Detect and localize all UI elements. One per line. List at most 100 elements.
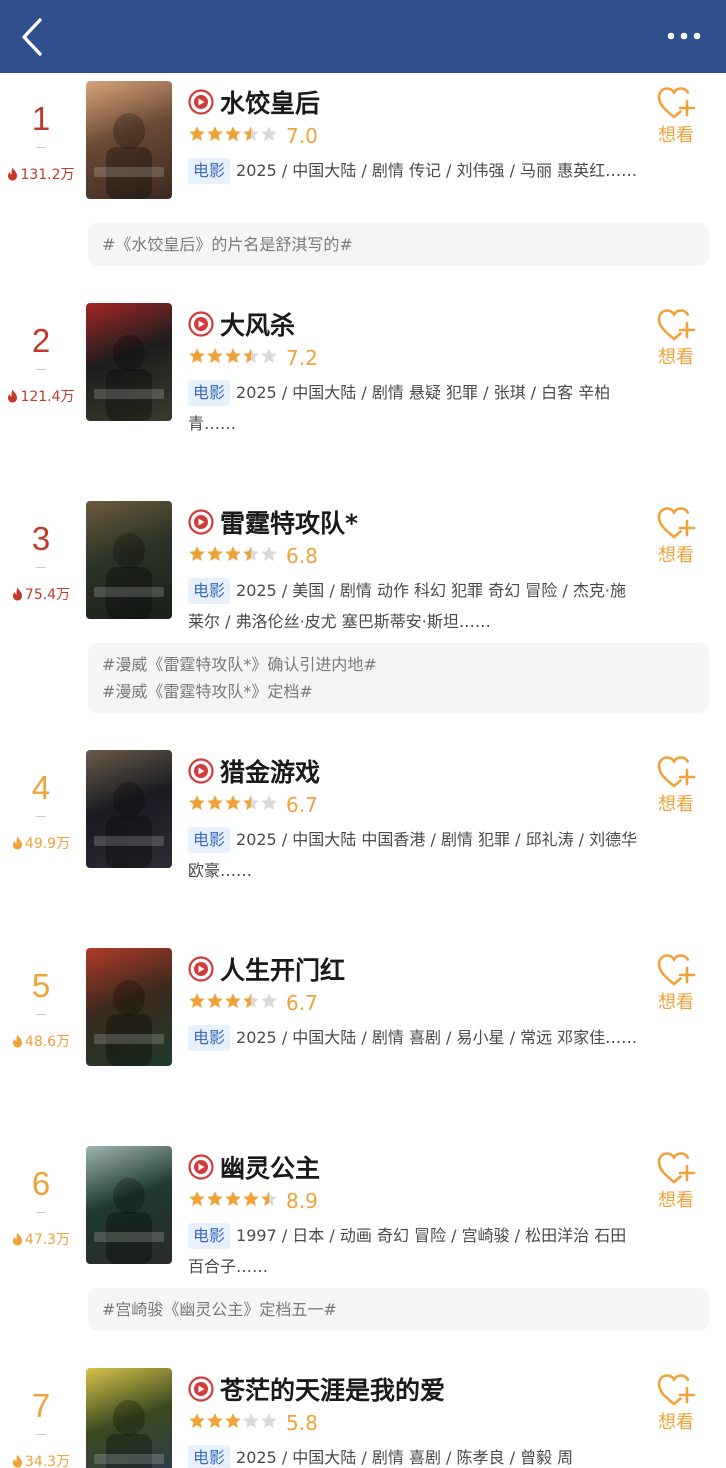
rank-divider — [36, 567, 46, 568]
want-to-watch-button[interactable]: 想看 — [650, 505, 702, 567]
movie-meta: 2025 / 中国大陆 / 剧情 悬疑 犯罪 / 张琪 / 白客 辛柏青…… — [188, 383, 611, 433]
rating-score: 7.2 — [286, 346, 318, 370]
back-button[interactable] — [14, 14, 54, 60]
heat-text: 34.3万 — [24, 1454, 71, 1468]
heat-value: 49.9万 — [0, 833, 82, 853]
rank-number: 6 — [31, 1165, 51, 1202]
want-label: 想看 — [658, 545, 694, 566]
title-row[interactable]: 猎金游戏 — [188, 754, 320, 788]
flame-icon — [8, 167, 18, 181]
want-label: 想看 — [658, 125, 694, 146]
star-rating — [188, 1190, 278, 1212]
rating-row: 7.2 — [188, 345, 318, 371]
play-badge-icon — [188, 1376, 214, 1402]
hashtag-box: #《水饺皇后》的片名是舒淇写的# — [88, 223, 709, 266]
hashtag-link[interactable]: #宫崎骏《幽灵公主》定档五一# — [102, 1296, 695, 1323]
hashtag-link[interactable]: #漫威《雷霆特攻队*》确认引进内地# — [102, 651, 695, 678]
heat-value: 34.3万 — [0, 1451, 82, 1468]
heat-value: 131.2万 — [0, 164, 82, 184]
star-icon — [242, 347, 260, 369]
title-row[interactable]: 水饺皇后 — [188, 85, 320, 119]
heat-text: 75.4万 — [24, 587, 71, 603]
want-label: 想看 — [658, 1190, 694, 1211]
star-icon — [206, 794, 224, 816]
title-row[interactable]: 雷霆特攻队* — [188, 505, 358, 539]
star-icon — [188, 1190, 206, 1212]
heat-text: 47.3万 — [24, 1232, 71, 1248]
rating-row: 7.0 — [188, 123, 318, 149]
rank-divider — [36, 1434, 46, 1435]
poster-art — [94, 1400, 164, 1468]
rating-score: 6.8 — [286, 544, 318, 568]
star-icon — [242, 794, 260, 816]
movie-poster[interactable] — [86, 750, 172, 868]
star-icon — [260, 992, 278, 1014]
more-button[interactable] — [664, 26, 704, 46]
hashtag-link[interactable]: #《水饺皇后》的片名是舒淇写的# — [102, 231, 695, 258]
movie-poster[interactable] — [86, 948, 172, 1066]
movie-title[interactable]: 猎金游戏 — [220, 753, 320, 789]
star-icon — [206, 545, 224, 567]
movie-title[interactable]: 苍茫的天涯是我的爱 — [220, 1371, 445, 1407]
rank-number: 1 — [31, 100, 51, 137]
movie-poster[interactable] — [86, 501, 172, 619]
poster-art — [94, 113, 164, 199]
star-icon — [188, 794, 206, 816]
play-badge-icon — [188, 509, 214, 535]
flame-icon — [12, 1454, 22, 1468]
type-tag: 电影 — [188, 158, 231, 184]
star-icon — [260, 1412, 278, 1434]
more-icon — [667, 32, 701, 40]
want-to-watch-button[interactable]: 想看 — [650, 85, 702, 147]
flame-icon — [12, 836, 22, 850]
rank-divider — [36, 1014, 46, 1015]
star-icon — [206, 125, 224, 147]
title-row[interactable]: 苍茫的天涯是我的爱 — [188, 1372, 445, 1406]
chevron-left-icon — [22, 18, 42, 56]
title-row[interactable]: 幽灵公主 — [188, 1150, 320, 1184]
star-icon — [242, 1190, 260, 1212]
heat-value: 47.3万 — [0, 1229, 82, 1249]
rank-divider — [36, 369, 46, 370]
movie-info: 电影 2025 / 中国大陆 / 剧情 悬疑 犯罪 / 张琪 / 白客 辛柏青…… — [188, 377, 640, 439]
poster-art — [94, 1178, 164, 1264]
want-label: 想看 — [658, 347, 694, 368]
movie-title[interactable]: 幽灵公主 — [220, 1149, 320, 1185]
movie-title[interactable]: 大风杀 — [220, 306, 295, 342]
hashtag-link[interactable]: #漫威《雷霆特攻队*》定档# — [102, 678, 695, 705]
movie-poster[interactable] — [86, 1146, 172, 1264]
want-to-watch-button[interactable]: 想看 — [650, 754, 702, 816]
movie-poster[interactable] — [86, 81, 172, 199]
rank-number: 7 — [31, 1387, 51, 1424]
star-icon — [224, 125, 242, 147]
movie-title[interactable]: 水饺皇后 — [220, 84, 320, 120]
poster-art — [94, 782, 164, 868]
rating-score: 6.7 — [286, 793, 318, 817]
movie-title[interactable]: 人生开门红 — [220, 951, 345, 987]
star-icon — [242, 545, 260, 567]
rating-row: 8.9 — [188, 1188, 318, 1214]
star-icon — [224, 992, 242, 1014]
movie-info: 电影 1997 / 日本 / 动画 奇幻 冒险 / 宫崎骏 / 松田洋治 石田百合… — [188, 1220, 640, 1282]
want-to-watch-button[interactable]: 想看 — [650, 1150, 702, 1212]
type-tag: 电影 — [188, 1445, 231, 1468]
movie-title[interactable]: 雷霆特攻队* — [220, 504, 358, 540]
star-icon — [188, 545, 206, 567]
rank-number: 5 — [31, 967, 51, 1004]
movie-poster[interactable] — [86, 1368, 172, 1468]
title-row[interactable]: 大风杀 — [188, 307, 295, 341]
flame-icon — [12, 1034, 22, 1048]
want-to-watch-button[interactable]: 想看 — [650, 1372, 702, 1434]
heart-plus-icon — [657, 756, 696, 788]
want-to-watch-button[interactable]: 想看 — [650, 952, 702, 1014]
star-icon — [224, 545, 242, 567]
title-row[interactable]: 人生开门红 — [188, 952, 345, 986]
rank-divider — [36, 1212, 46, 1213]
rating-row: 6.7 — [188, 792, 318, 818]
movie-meta: 1997 / 日本 / 动画 奇幻 冒险 / 宫崎骏 / 松田洋治 石田百合子…… — [188, 1226, 627, 1276]
rank-number: 4 — [31, 769, 51, 806]
movie-poster[interactable] — [86, 303, 172, 421]
want-to-watch-button[interactable]: 想看 — [650, 307, 702, 369]
star-icon — [242, 125, 260, 147]
movie-info: 电影 2025 / 中国大陆 / 剧情 传记 / 刘伟强 / 马丽 惠英红…… — [188, 155, 640, 186]
